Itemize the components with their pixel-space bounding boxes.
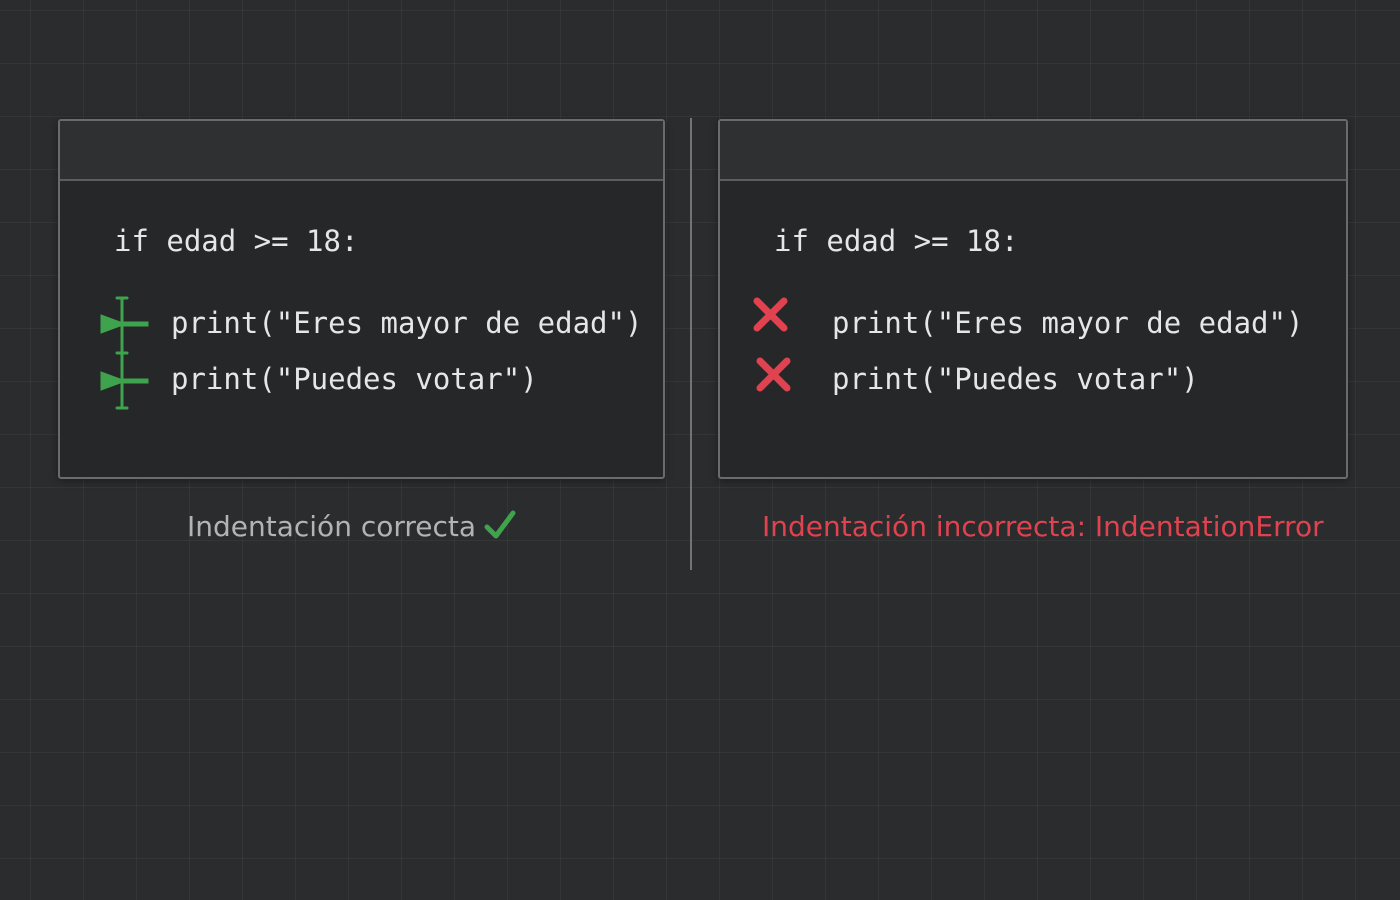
incorrect-code-panel: [718, 119, 1348, 479]
caption-incorrect: Indentación incorrecta: IndentationError: [762, 510, 1324, 543]
code-line-print-1: print("Eres mayor de edad"): [171, 306, 643, 340]
center-divider: [690, 118, 692, 570]
checkmark-icon: [484, 510, 516, 539]
code-line-print-2: print("Puedes votar"): [832, 362, 1199, 396]
code-line-if: if edad >= 18:: [774, 224, 1019, 258]
code-line-if: if edad >= 18:: [114, 224, 359, 258]
panel-title-bar: [720, 121, 1346, 181]
indent-arrow-icon: [100, 314, 149, 334]
caption-correct-text: Indentación correcta: [187, 510, 477, 543]
indent-arrow-icon: [100, 371, 149, 391]
code-line-print-2: print("Puedes votar"): [171, 362, 538, 396]
x-mark-icon: [756, 357, 791, 392]
caption-correct: Indentación correcta: [187, 510, 516, 543]
code-line-print-1: print("Eres mayor de edad"): [832, 306, 1304, 340]
x-mark-icon: [753, 297, 788, 332]
indent-guide-icon: [100, 296, 149, 410]
panel-title-bar: [60, 121, 663, 181]
